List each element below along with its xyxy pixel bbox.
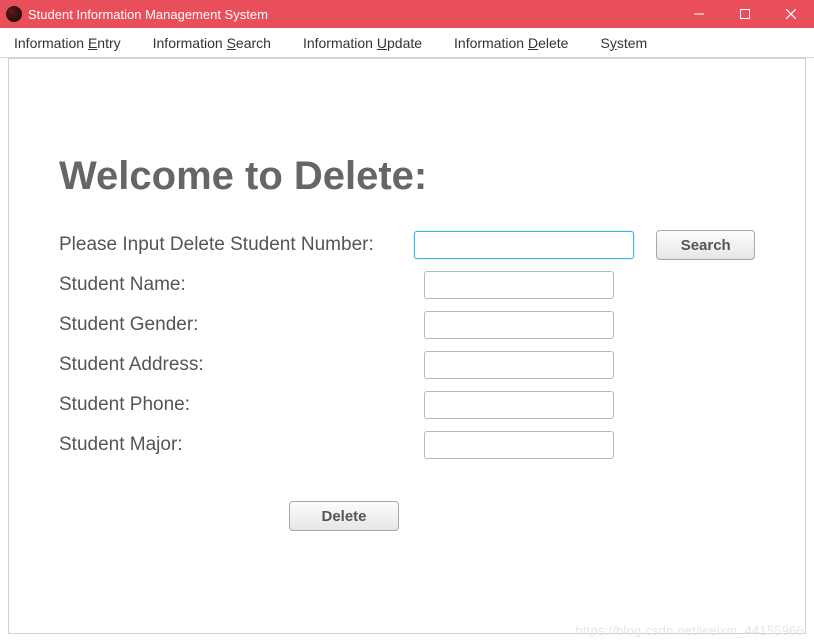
menu-information-delete[interactable]: Information Delete (450, 31, 572, 55)
menu-information-search[interactable]: Information Search (149, 31, 275, 55)
menu-system[interactable]: System (596, 31, 651, 55)
student-phone-row: Student Phone: (59, 389, 755, 421)
content-panel: Welcome to Delete: Please Input Delete S… (8, 58, 806, 634)
close-button[interactable] (768, 0, 814, 28)
page-heading: Welcome to Delete: (59, 154, 755, 199)
student-gender-label: Student Gender: (59, 314, 424, 336)
maximize-button[interactable] (722, 0, 768, 28)
student-phone-label: Student Phone: (59, 394, 424, 416)
delete-row: Delete (59, 501, 755, 531)
search-button[interactable]: Search (656, 230, 755, 260)
student-major-input[interactable] (424, 431, 614, 459)
watermark: https://blog.csdn.net/weixin_44155966 (575, 623, 804, 638)
student-phone-input[interactable] (424, 391, 614, 419)
student-name-label: Student Name: (59, 274, 424, 296)
app-icon (6, 6, 22, 22)
close-icon (786, 9, 796, 19)
student-major-label: Student Major: (59, 434, 424, 456)
menu-information-entry[interactable]: Information Entry (10, 31, 125, 55)
delete-button[interactable]: Delete (289, 501, 399, 531)
maximize-icon (740, 9, 750, 19)
student-gender-row: Student Gender: (59, 309, 755, 341)
minimize-button[interactable] (676, 0, 722, 28)
menubar: Information Entry Information Search Inf… (0, 28, 814, 58)
window-title: Student Information Management System (28, 7, 268, 22)
student-name-input[interactable] (424, 271, 614, 299)
student-major-row: Student Major: (59, 429, 755, 461)
student-number-row: Please Input Delete Student Number: Sear… (59, 229, 755, 261)
titlebar: Student Information Management System (0, 0, 814, 28)
student-name-row: Student Name: (59, 269, 755, 301)
student-address-label: Student Address: (59, 354, 424, 376)
minimize-icon (694, 9, 704, 19)
student-gender-input[interactable] (424, 311, 614, 339)
menu-information-update[interactable]: Information Update (299, 31, 426, 55)
student-address-input[interactable] (424, 351, 614, 379)
student-number-label: Please Input Delete Student Number: (59, 234, 414, 256)
student-address-row: Student Address: (59, 349, 755, 381)
student-number-input[interactable] (414, 231, 634, 259)
